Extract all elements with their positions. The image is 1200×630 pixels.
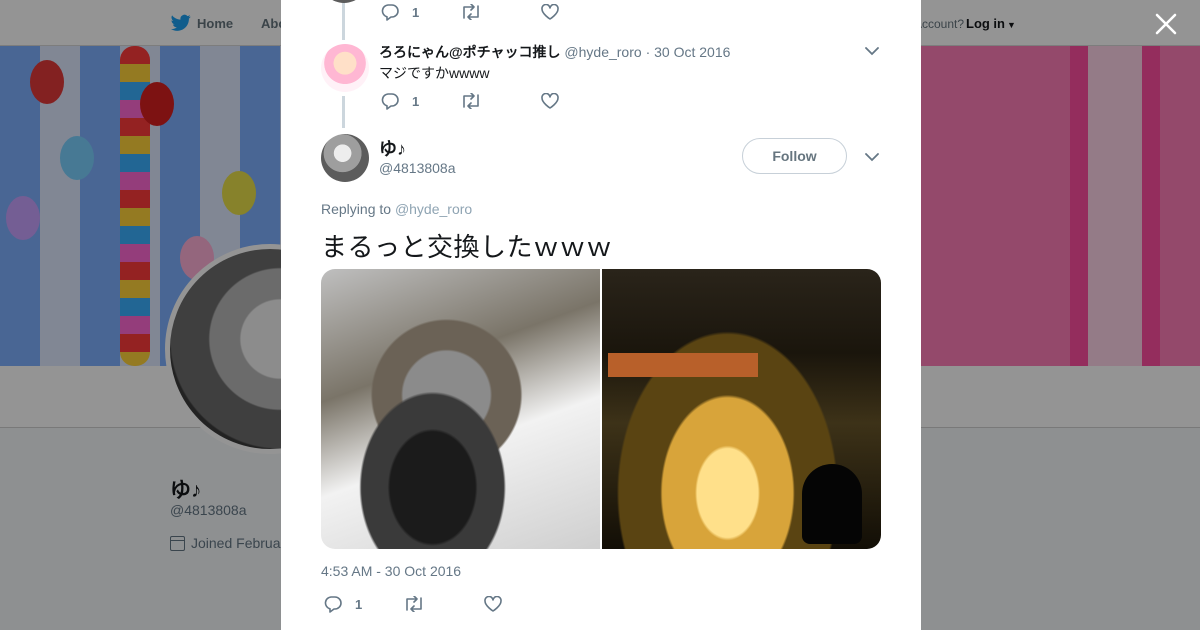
retweet-icon — [406, 596, 423, 612]
main-display-name[interactable]: ゆ♪ — [379, 135, 406, 161]
pallet-shape — [608, 353, 758, 377]
reply-tweet-header: ろろにゃん@ポチャッコ推し @hyde_roro · 30 Oct 2016 — [379, 42, 730, 62]
reply-separator: · — [645, 44, 651, 60]
tweet-media-grid — [321, 269, 881, 549]
main-tweet-text: まるっと交換したｗｗｗ — [321, 232, 613, 262]
reply-date[interactable]: 30 Oct 2016 — [654, 44, 730, 60]
heart-icon — [541, 93, 560, 109]
main-handle[interactable]: @4813808a — [379, 160, 456, 176]
engine-photo[interactable] — [321, 269, 600, 549]
main-tweet-avatar[interactable] — [321, 134, 369, 182]
replying-to-handle-link[interactable]: @hyde_roro — [395, 201, 472, 217]
reply-tweet-text: マジですかwwww — [379, 65, 490, 81]
reply-action[interactable]: 1 — [380, 3, 419, 21]
replying-to-prefix: Replying to — [321, 201, 392, 217]
reply-count: 1 — [412, 4, 420, 20]
close-icon[interactable] — [1153, 11, 1179, 37]
reply-icon — [381, 93, 399, 110]
heart-icon — [541, 4, 560, 20]
follow-button[interactable]: Follow — [742, 138, 847, 174]
reply-action[interactable]: 1 — [323, 595, 362, 613]
previous-tweet-avatar[interactable] — [320, 0, 368, 3]
retweet-action[interactable] — [460, 4, 482, 20]
reply-action[interactable]: 1 — [380, 92, 419, 110]
reply-icon — [381, 4, 399, 21]
retweet-action[interactable] — [460, 93, 482, 109]
thread-connector-line — [342, 96, 345, 128]
reply-display-name[interactable]: ろろにゃん@ポチャッコ推し — [379, 44, 561, 60]
like-action[interactable] — [541, 93, 560, 109]
reply-icon — [324, 596, 342, 613]
silhouette-shape — [802, 464, 862, 544]
chevron-down-icon[interactable] — [865, 46, 879, 56]
reply-handle[interactable]: @hyde_roro — [564, 44, 641, 60]
thread-connector-line — [342, 0, 345, 40]
retweet-icon — [463, 4, 480, 20]
reply-count: 1 — [355, 596, 363, 612]
previous-tweet-actions: 1 — [380, 3, 560, 21]
like-action[interactable] — [541, 4, 560, 20]
reply-count: 1 — [412, 93, 420, 109]
chevron-down-icon[interactable] — [865, 152, 879, 162]
main-tweet-actions: 1 — [323, 595, 503, 613]
heart-icon — [484, 596, 503, 612]
tweet-timestamp[interactable]: 4:53 AM - 30 Oct 2016 — [321, 563, 461, 579]
retweet-action[interactable] — [403, 596, 425, 612]
replying-to-line: Replying to @hyde_roro — [321, 201, 472, 217]
reply-tweet-avatar[interactable] — [321, 44, 369, 92]
retweet-icon — [463, 93, 480, 109]
tweet-permalink-modal: 1 ろろにゃん@ポチャッコ推し @hyde_roro · 30 Oct 2016… — [281, 0, 921, 630]
like-action[interactable] — [484, 596, 503, 612]
night-garage-photo[interactable] — [602, 269, 881, 549]
reply-tweet-actions: 1 — [380, 92, 560, 110]
